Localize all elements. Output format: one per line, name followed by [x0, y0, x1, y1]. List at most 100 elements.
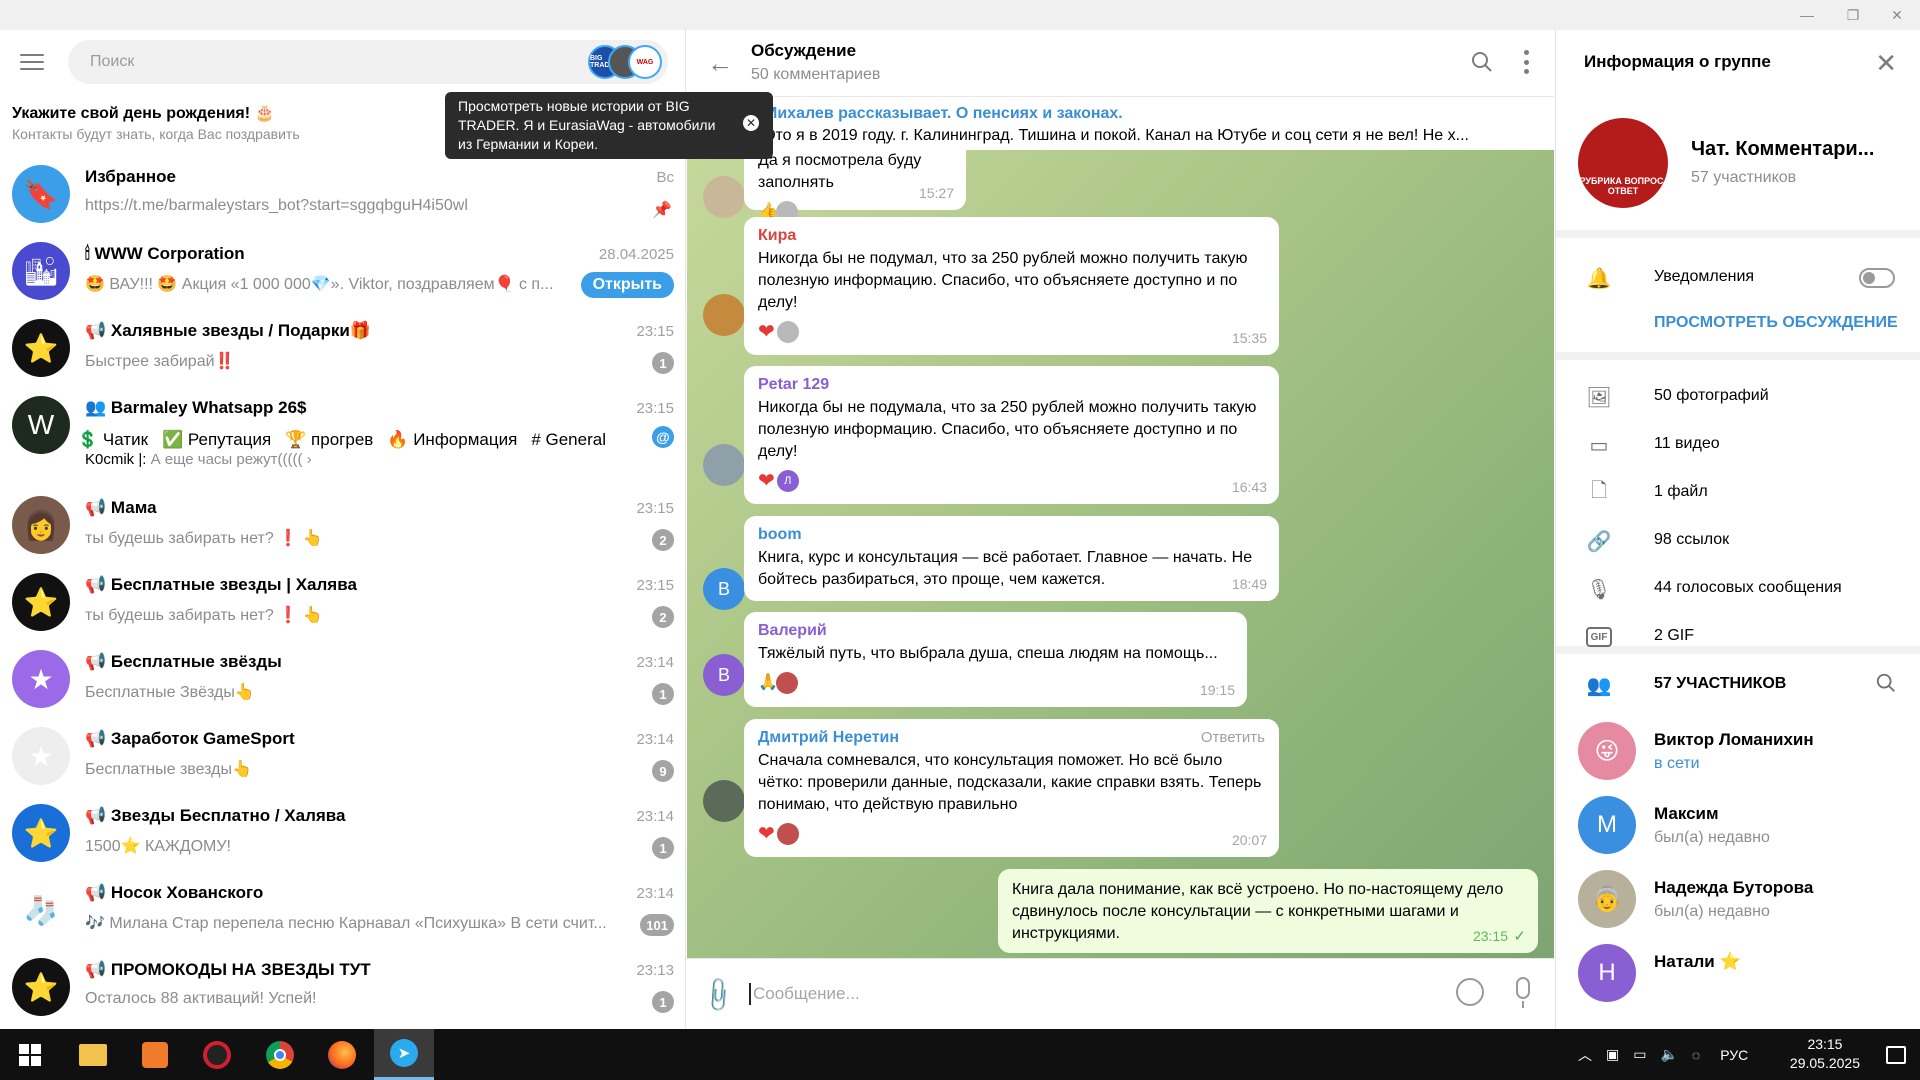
- stories-strip[interactable]: BIG TRADER WAG: [588, 45, 662, 79]
- member-name[interactable]: Натали ⭐: [1654, 952, 1741, 972]
- group-avatar[interactable]: РУБРИКА ВОПРОС-ОТВЕТ: [1578, 118, 1668, 208]
- reactions[interactable]: ❤: [758, 320, 1265, 344]
- more-menu-icon[interactable]: [1524, 50, 1530, 74]
- menu-icon[interactable]: [20, 54, 44, 72]
- member-name[interactable]: Надежда Буторова: [1654, 878, 1813, 898]
- view-discussion-link[interactable]: ПРОСМОТРЕТЬ ОБСУЖДЕНИЕ: [1654, 314, 1898, 332]
- avatar[interactable]: [703, 294, 745, 336]
- topic-chip[interactable]: 💲 Чатик: [77, 430, 148, 449]
- chat-list-item[interactable]: ★ 📢 Заработок GameSport 23:14 Бесплатные зв…: [0, 719, 686, 796]
- reaction-pray[interactable]: 🙏: [758, 672, 778, 694]
- topic-chip[interactable]: ✅ Репутация: [162, 430, 271, 449]
- attach-icon[interactable]: 📎: [697, 975, 739, 1017]
- volume-icon[interactable]: 🔈: [1660, 1046, 1677, 1063]
- chat-list-item[interactable]: ★ 📢 Бесплатные звёзды 23:14 Бесплатные Звёз…: [0, 642, 686, 719]
- opera-browser-icon[interactable]: [187, 1029, 247, 1080]
- start-button[interactable]: [0, 1029, 60, 1080]
- chat-avatar[interactable]: ⭐: [12, 319, 70, 377]
- reaction-heart[interactable]: ❤: [758, 470, 775, 492]
- message-bubble[interactable]: Дмитрий Неретин Ответить Сначала сомнева…: [744, 719, 1279, 857]
- reaction-heart[interactable]: ❤: [758, 823, 775, 845]
- avatar[interactable]: B: [703, 568, 745, 610]
- topic-chip[interactable]: 🏆 прогрев: [285, 430, 373, 449]
- emoji-icon[interactable]: [1456, 978, 1484, 1006]
- clock[interactable]: 23:15 29.05.2025: [1790, 1035, 1860, 1073]
- chrome-icon[interactable]: [250, 1029, 310, 1080]
- chat-list-item[interactable]: 🧦 📢 Носок Хованского 23:14 🎶 Милана Стар пе…: [0, 873, 686, 950]
- network-icon[interactable]: ▭: [1633, 1046, 1646, 1063]
- message-area[interactable]: Да я посмотрела буду заполнять 👍 15:27 К…: [687, 150, 1554, 958]
- chat-list-item[interactable]: ⭐ 📢 Халявные звезды / Подарки🎁 23:15 Быстре…: [0, 311, 686, 388]
- message-author[interactable]: Кира: [758, 225, 1265, 247]
- story-avatar[interactable]: WAG: [628, 45, 662, 79]
- chat-avatar[interactable]: 👩: [12, 496, 70, 554]
- members-search-icon[interactable]: [1875, 672, 1897, 694]
- member-avatar[interactable]: М: [1578, 796, 1636, 854]
- notifications-toggle[interactable]: [1859, 268, 1895, 288]
- media-count-item[interactable]: 11 видео: [1654, 435, 1720, 453]
- search-input[interactable]: Поиск BIG TRADER WAG: [68, 40, 668, 84]
- pinned-post[interactable]: Михалев рассказывает. О пенсиях и закона…: [687, 97, 1554, 150]
- message-author[interactable]: boom: [758, 524, 1265, 546]
- notification-center-icon[interactable]: [1886, 1029, 1906, 1080]
- reply-link[interactable]: Ответить: [1201, 727, 1265, 749]
- mention-badge[interactable]: @: [652, 426, 674, 448]
- chat-avatar[interactable]: ★: [12, 650, 70, 708]
- close-window-button[interactable]: ✕: [1874, 0, 1920, 30]
- message-bubble[interactable]: Валерий Тяжёлый путь, что выбрала душа, …: [744, 612, 1247, 707]
- member-name[interactable]: Виктор Ломанихин: [1654, 730, 1814, 750]
- media-count-item[interactable]: 1 файл: [1654, 483, 1708, 501]
- tooltip-close-icon[interactable]: ✕: [743, 115, 759, 131]
- camera-app-icon[interactable]: [125, 1029, 185, 1080]
- chat-avatar[interactable]: ⭐: [12, 958, 70, 1016]
- message-bubble[interactable]: Кира Никогда бы не подумал, что за 250 р…: [744, 217, 1279, 355]
- reactions[interactable]: ❤: [758, 822, 1265, 846]
- avatar[interactable]: В: [703, 654, 745, 696]
- avatar[interactable]: [703, 176, 745, 218]
- avatar[interactable]: [703, 780, 745, 822]
- open-button[interactable]: Открыть: [580, 272, 674, 298]
- media-count-item[interactable]: 2 GIF: [1654, 627, 1694, 645]
- message-author[interactable]: Дмитрий Неретин: [758, 727, 1265, 749]
- reactions[interactable]: 🙏: [758, 671, 1233, 695]
- member-avatar[interactable]: 👵: [1578, 870, 1636, 928]
- chat-avatar[interactable]: ★: [12, 727, 70, 785]
- telegram-taskbar-icon[interactable]: ➤: [374, 1029, 434, 1080]
- chat-avatar[interactable]: ⭐: [12, 573, 70, 631]
- back-arrow-icon[interactable]: ←: [707, 48, 733, 79]
- reaction-heart[interactable]: ❤: [758, 321, 775, 343]
- message-author[interactable]: Валерий: [758, 620, 1233, 642]
- chat-list-item[interactable]: ⭐ 📢 Звезды Бесплатно / Халява 23:14 1500⭐ К…: [0, 796, 686, 873]
- message-bubble[interactable]: boom Книга, курс и консультация — всё ра…: [744, 516, 1279, 601]
- message-input[interactable]: Сообщение...: [749, 983, 860, 1005]
- minimize-button[interactable]: —: [1784, 0, 1830, 30]
- chat-avatar[interactable]: ⭐: [12, 804, 70, 862]
- media-count-item[interactable]: 98 ссылок: [1654, 531, 1729, 549]
- birthday-banner[interactable]: Укажите свой день рождения! 🎂 Контакты б…: [12, 103, 300, 142]
- chat-title[interactable]: Обсуждение: [751, 41, 856, 61]
- chat-list-item[interactable]: ⭐ 📢 ПРОМОКОДЫ НА ЗВЕЗДЫ ТУТ 23:13 Осталось …: [0, 950, 686, 1027]
- chat-avatar[interactable]: 🏙: [12, 242, 70, 300]
- chat-avatar[interactable]: 🧦: [12, 881, 70, 939]
- media-count-item[interactable]: 44 голосовых сообщения: [1654, 579, 1842, 597]
- search-icon[interactable]: [1470, 50, 1494, 74]
- language-indicator[interactable]: РУС: [1720, 1047, 1748, 1063]
- topic-chip[interactable]: # General: [531, 430, 606, 449]
- message-bubble[interactable]: Petar 129 Никогда бы не подумала, что за…: [744, 366, 1279, 504]
- sync-icon[interactable]: ◌: [1692, 1047, 1700, 1063]
- chat-list-item[interactable]: W 👥 Barmaley Whatsapp 26$ 23:15 💲 Чатик ✅ Ре…: [0, 388, 686, 486]
- media-count-item[interactable]: 50 фотографий: [1654, 387, 1769, 405]
- topic-chip[interactable]: 🔥 Информация: [387, 430, 517, 449]
- chat-list-item[interactable]: ⭐ 📢 Бесплатные звезды | Халява 23:15 ты буд…: [0, 565, 686, 642]
- chat-list-item[interactable]: 🏙 🕯 WWW Corporation 28.04.2025 🤩 ВАУ!!! 🤩 А…: [0, 234, 686, 311]
- member-avatar[interactable]: Н: [1578, 944, 1636, 1002]
- firefox-icon[interactable]: [312, 1029, 372, 1080]
- tray-device-icon[interactable]: ▣: [1606, 1046, 1619, 1063]
- close-icon[interactable]: ✕: [1875, 48, 1897, 79]
- microphone-icon[interactable]: [1516, 977, 1530, 1008]
- restore-button[interactable]: ❐: [1830, 0, 1876, 30]
- avatar[interactable]: [703, 444, 745, 486]
- file-explorer-icon[interactable]: [63, 1029, 123, 1080]
- member-name[interactable]: Максим: [1654, 804, 1719, 824]
- tray-chevron-icon[interactable]: ︿: [1578, 1045, 1592, 1065]
